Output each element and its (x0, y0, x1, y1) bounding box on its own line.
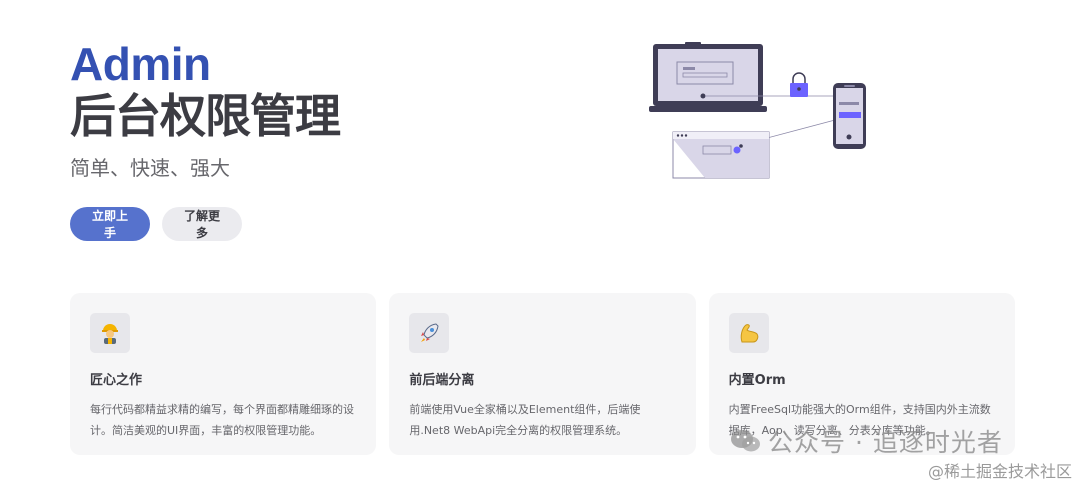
hero-section: Admin 后台权限管理 简单、快速、强大 (70, 40, 590, 182)
feature-details: 每行代码都精益求精的编写，每个界面都精雕细琢的设计。简洁美观的UI界面，丰富的权… (90, 403, 354, 437)
flexed-biceps-icon (728, 313, 769, 353)
hero-name: Admin (70, 38, 211, 90)
hero-illustration (649, 42, 866, 179)
site-watermark: @稀土掘金技术社区 (927, 462, 1072, 481)
watermark-channel: 公众号 · 追逐时光者 (768, 428, 1003, 457)
learn-more-button[interactable]: 了解更多 (162, 207, 242, 241)
get-started-button[interactable]: 立即上手 (70, 207, 150, 241)
feature-card-craftsmanship: 匠心之作 每行代码都精益求精的编写，每个界面都精雕细琢的设计。简洁美观的UI界面… (70, 293, 377, 455)
feature-card-separation: 前后端分离 前端使用Vue全家桶以及Element组件，后端使用.Net8 We… (389, 293, 696, 455)
construction-worker-icon (90, 313, 130, 353)
hero-actions: 立即上手 了解更多 (70, 207, 242, 241)
wechat-icon (731, 430, 760, 452)
feature-title: 内置Orm (728, 373, 786, 388)
hero-tagline: 简单、快速、强大 (70, 156, 230, 180)
feature-title: 匠心之作 (90, 373, 143, 388)
hero-text: 后台权限管理 (70, 89, 341, 143)
rocket-icon (409, 313, 450, 353)
wechat-watermark: 公众号 · 追逐时光者 (730, 423, 1003, 459)
feature-title: 前后端分离 (409, 373, 475, 388)
laptop-base (649, 106, 767, 112)
feature-details: 前端使用Vue全家桶以及Element组件，后端使用.Net8 WebApi完全… (409, 403, 641, 437)
